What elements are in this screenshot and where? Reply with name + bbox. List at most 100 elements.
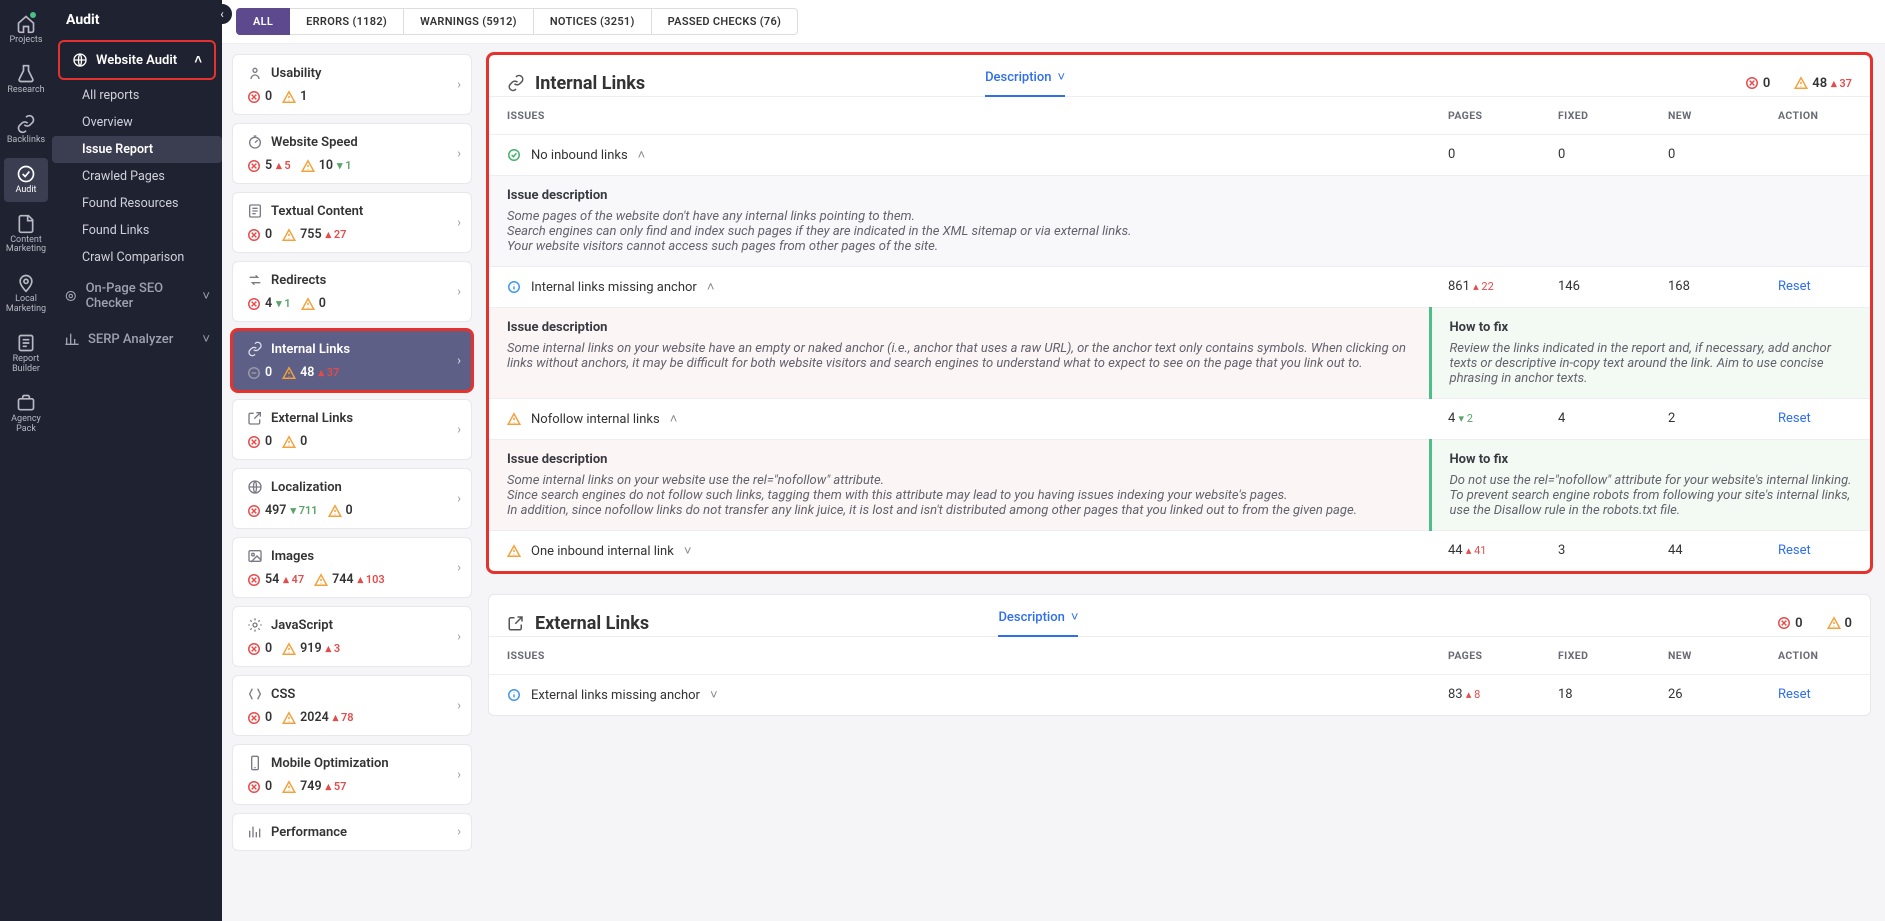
error-icon bbox=[1745, 76, 1759, 90]
sidebar-section-onpage[interactable]: On-Page SEO Checker ˅ bbox=[52, 271, 222, 321]
category-speed[interactable]: Website Speed 5▴ 510▾ 1 › bbox=[232, 123, 472, 184]
sidebar-item-all-reports[interactable]: All reports bbox=[52, 82, 222, 109]
reset-link[interactable]: Reset bbox=[1778, 411, 1811, 426]
reset-link[interactable]: Reset bbox=[1778, 687, 1811, 702]
chevron-right-icon: › bbox=[457, 77, 461, 92]
tab-errors[interactable]: ERRORS (1182) bbox=[290, 8, 404, 35]
sidebar-item-crawl-comparison[interactable]: Crawl Comparison bbox=[52, 244, 222, 271]
chevron-down-icon: ˅ bbox=[202, 331, 210, 347]
error-icon bbox=[247, 573, 261, 587]
category-internal[interactable]: Internal Links 048▴ 37 › bbox=[232, 330, 472, 391]
chevron-right-icon: › bbox=[457, 353, 461, 368]
category-javascript[interactable]: JavaScript 0919▴ 3 › bbox=[232, 606, 472, 667]
external-issues-table: ISSUES PAGES FIXED NEW ACTION External l… bbox=[489, 637, 1870, 715]
warning-icon bbox=[282, 642, 296, 656]
tab-warnings[interactable]: WARNINGS (5912) bbox=[404, 8, 534, 35]
rail-research[interactable]: Research bbox=[4, 58, 48, 102]
rail-projects[interactable]: Projects bbox=[4, 8, 48, 52]
sidebar-section-website-audit[interactable]: Website Audit ˄ bbox=[60, 42, 214, 78]
error-icon bbox=[247, 780, 261, 794]
tabs-bar: ALL ERRORS (1182) WARNINGS (5912) NOTICE… bbox=[222, 0, 1885, 44]
chevron-right-icon: › bbox=[457, 629, 461, 644]
sidebar-section-serp[interactable]: SERP Analyzer ˅ bbox=[52, 321, 222, 357]
reset-link[interactable]: Reset bbox=[1778, 279, 1811, 294]
main-area: ALL ERRORS (1182) WARNINGS (5912) NOTICE… bbox=[222, 0, 1885, 921]
warning-icon bbox=[282, 228, 296, 242]
description-toggle[interactable]: Description ˅ bbox=[998, 609, 1078, 637]
external-link-icon bbox=[507, 614, 525, 632]
warning-icon bbox=[507, 544, 521, 558]
issue-description-row: Issue description Some internal links on… bbox=[489, 440, 1870, 531]
block-internal-links: Internal Links Description ˅ 0 48 bbox=[488, 54, 1871, 572]
sidebar-item-found-links[interactable]: Found Links bbox=[52, 217, 222, 244]
error-icon bbox=[247, 711, 261, 725]
category-mobile[interactable]: Mobile Optimization 0749▴ 57 › bbox=[232, 744, 472, 805]
category-external[interactable]: External Links 00 › bbox=[232, 399, 472, 460]
category-column: Usability 01 › Website Speed 5▴ 510▾ 1 ›… bbox=[222, 44, 482, 921]
issue-row[interactable]: Internal links missing anchor ˄ 861 ▴ 22… bbox=[489, 267, 1870, 308]
error-icon bbox=[247, 435, 261, 449]
target-icon bbox=[64, 288, 78, 304]
issue-row[interactable]: External links missing anchor ˅ 83 ▴ 8 1… bbox=[489, 675, 1870, 716]
category-redirects[interactable]: Redirects 4▾ 10 › bbox=[232, 261, 472, 322]
tab-passed[interactable]: PASSED CHECKS (76) bbox=[652, 8, 799, 35]
category-performance[interactable]: Performance › bbox=[232, 813, 472, 851]
warning-icon bbox=[282, 711, 296, 725]
warning-icon bbox=[314, 573, 328, 587]
error-icon bbox=[247, 159, 261, 173]
tab-all[interactable]: ALL bbox=[236, 8, 290, 35]
sidebar-item-found-resources[interactable]: Found Resources bbox=[52, 190, 222, 217]
internal-issues-table: ISSUES PAGES FIXED NEW ACTION No inbound… bbox=[489, 97, 1870, 571]
block-title: External Links bbox=[535, 613, 649, 634]
reset-link[interactable]: Reset bbox=[1778, 543, 1811, 558]
briefcase-icon bbox=[16, 393, 36, 413]
description-toggle[interactable]: Description ˅ bbox=[985, 69, 1065, 97]
category-usability[interactable]: Usability 01 › bbox=[232, 54, 472, 115]
chevron-down-icon: ˅ bbox=[1057, 69, 1065, 85]
sidebar-collapse-button[interactable]: ‹ bbox=[212, 4, 232, 24]
info-icon bbox=[507, 688, 521, 702]
right-panel: Internal Links Description ˅ 0 48 bbox=[482, 44, 1885, 921]
chevron-right-icon: › bbox=[457, 215, 461, 230]
warning-icon bbox=[282, 366, 296, 380]
sidebar-item-overview[interactable]: Overview bbox=[52, 109, 222, 136]
issue-row[interactable]: No inbound links ˄ 0 0 0 bbox=[489, 135, 1870, 176]
issue-row[interactable]: Nofollow internal links ˄ 4 ▾ 2 4 2 Rese… bbox=[489, 399, 1870, 440]
head-errors: 0 bbox=[1745, 76, 1770, 91]
link-icon bbox=[507, 74, 525, 92]
rail-projects-dot bbox=[30, 12, 36, 18]
block-external-links: External Links Description ˅ 0 0 bbox=[488, 594, 1871, 716]
icon-rail: Projects Research Backlinks Audit Conten… bbox=[0, 0, 52, 921]
stop-icon bbox=[247, 366, 261, 380]
category-localization[interactable]: Localization 497▾ 7110 › bbox=[232, 468, 472, 529]
category-css[interactable]: CSS 02024▴ 78 › bbox=[232, 675, 472, 736]
chevron-right-icon: › bbox=[457, 491, 461, 506]
chevron-icon: ˅ bbox=[710, 687, 718, 703]
error-icon bbox=[247, 297, 261, 311]
rail-local[interactable]: Local Marketing bbox=[4, 267, 48, 321]
sidebar-item-issue-report[interactable]: Issue Report bbox=[52, 136, 222, 163]
head-warnings: 48 ▴ 37 bbox=[1794, 76, 1852, 91]
chart-icon bbox=[64, 331, 80, 347]
issue-row[interactable]: One inbound internal link ˅ 44 ▴ 41 3 44… bbox=[489, 531, 1870, 572]
rail-agency[interactable]: Agency Pack bbox=[4, 387, 48, 441]
sidebar-item-crawled-pages[interactable]: Crawled Pages bbox=[52, 163, 222, 190]
rail-audit[interactable]: Audit bbox=[4, 158, 48, 202]
rail-backlinks[interactable]: Backlinks bbox=[4, 108, 48, 152]
category-textual[interactable]: Textual Content 0755▴ 27 › bbox=[232, 192, 472, 253]
warning-icon bbox=[282, 435, 296, 449]
warning-icon bbox=[328, 504, 342, 518]
warning-icon bbox=[301, 159, 315, 173]
category-images[interactable]: Images 54▴ 47744▴ 103 › bbox=[232, 537, 472, 598]
head-errors: 0 bbox=[1777, 616, 1802, 631]
info-icon bbox=[507, 280, 521, 294]
warning-icon bbox=[507, 412, 521, 426]
tab-notices[interactable]: NOTICES (3251) bbox=[534, 8, 652, 35]
block-title: Internal Links bbox=[535, 73, 645, 94]
chevron-icon: ˄ bbox=[707, 279, 715, 295]
warning-icon bbox=[1827, 616, 1841, 630]
rail-content[interactable]: Content Marketing bbox=[4, 208, 48, 262]
check-icon bbox=[507, 148, 521, 162]
warning-icon bbox=[1794, 76, 1808, 90]
rail-report[interactable]: Report Builder bbox=[4, 327, 48, 381]
